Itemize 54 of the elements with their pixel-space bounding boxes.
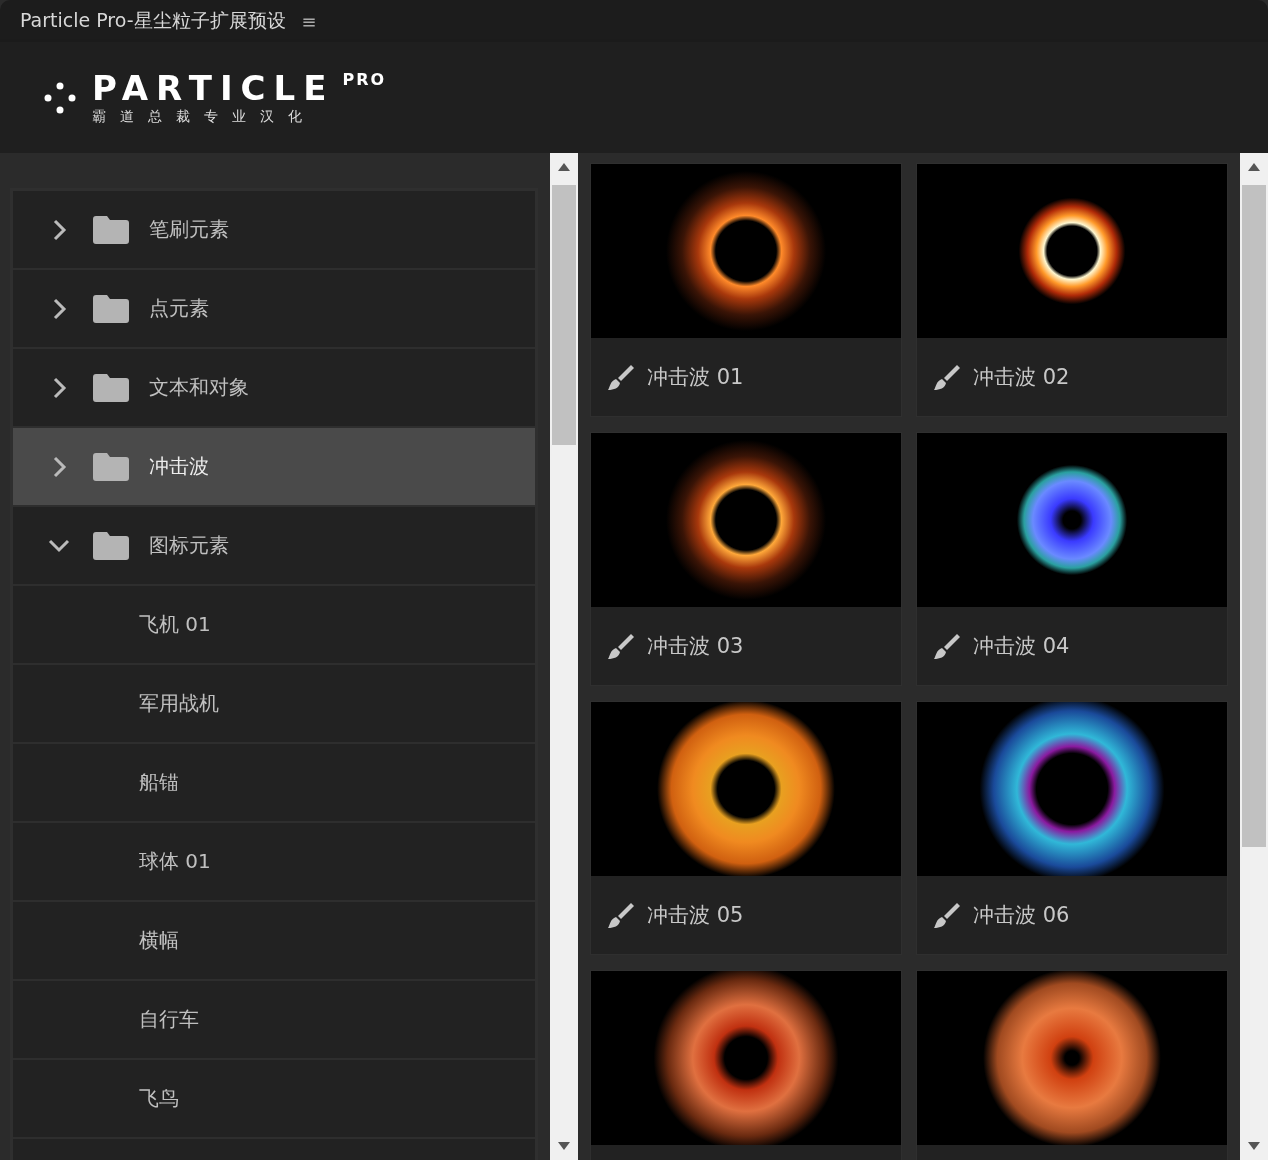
- brush-icon: [607, 632, 635, 660]
- preset-label: 冲击波 06: [973, 902, 1070, 929]
- scroll-up-icon[interactable]: [558, 163, 570, 171]
- tree-item[interactable]: 横幅: [13, 902, 535, 979]
- scrollbar[interactable]: [550, 153, 578, 1160]
- brush-icon: [933, 632, 961, 660]
- scroll-up-icon[interactable]: [1248, 163, 1260, 171]
- brush-icon: [933, 901, 961, 929]
- logo-superscript: PRO: [342, 69, 387, 89]
- brush-icon: [607, 901, 635, 929]
- preset-card[interactable]: 冲击波 01: [590, 163, 902, 417]
- brush-icon: [933, 363, 961, 391]
- logo-tagline: 霸道总裁专业汉化: [92, 107, 317, 126]
- menu-button[interactable]: ≡: [301, 10, 317, 32]
- folder-label: 点元素: [149, 295, 209, 322]
- folder-item[interactable]: 冲击波: [13, 428, 535, 505]
- folder-item[interactable]: 点元素: [13, 270, 535, 347]
- tree-item[interactable]: 飞鸟: [13, 1060, 535, 1137]
- tree-item[interactable]: 军用战机: [13, 665, 535, 742]
- folder-label: 笔刷元素: [149, 216, 229, 243]
- folder-item[interactable]: 文本和对象: [13, 349, 535, 426]
- folder-label: 冲击波: [149, 453, 209, 480]
- folder-icon: [93, 531, 129, 560]
- tree-item[interactable]: 球体 01: [13, 823, 535, 900]
- folder-label: 图标元素: [149, 532, 229, 559]
- tree-item[interactable]: 船锚: [13, 744, 535, 821]
- preset-card[interactable]: 冲击波 05: [590, 701, 902, 955]
- folder-icon: [93, 373, 129, 402]
- tree-item[interactable]: 自行车: [13, 981, 535, 1058]
- folder-label: 文本和对象: [149, 374, 249, 401]
- folder-icon: [93, 452, 129, 481]
- preset-card[interactable]: 冲击波 02: [916, 163, 1228, 417]
- preset-card[interactable]: 冲击波 06: [916, 701, 1228, 955]
- preset-label: 冲击波 04: [973, 633, 1070, 660]
- preset-label: 冲击波 02: [973, 364, 1070, 391]
- scroll-down-icon[interactable]: [558, 1142, 570, 1150]
- brush-icon: [607, 363, 635, 391]
- scrollbar[interactable]: [1240, 153, 1268, 1160]
- window-title: Particle Pro-星尘粒子扩展预设: [20, 8, 286, 33]
- folder-item[interactable]: 图标元素: [13, 507, 535, 584]
- preset-card[interactable]: 冲击波 03: [590, 432, 902, 686]
- scroll-thumb[interactable]: [1242, 185, 1266, 847]
- preset-label: 冲击波 05: [647, 902, 744, 929]
- preset-label: 冲击波 01: [647, 364, 744, 391]
- preset-card[interactable]: 冲击波 04: [916, 432, 1228, 686]
- scroll-down-icon[interactable]: [1248, 1142, 1260, 1150]
- tree-item[interactable]: 飞机 01: [13, 586, 535, 663]
- scroll-thumb[interactable]: [552, 185, 576, 445]
- folder-item[interactable]: 笔刷元素: [13, 191, 535, 268]
- folder-icon: [93, 215, 129, 244]
- logo-wordmark: PARTICLE: [92, 69, 335, 106]
- preset-label: 冲击波 03: [647, 633, 744, 660]
- folder-icon: [93, 294, 129, 323]
- dots-logo-icon: [44, 81, 76, 114]
